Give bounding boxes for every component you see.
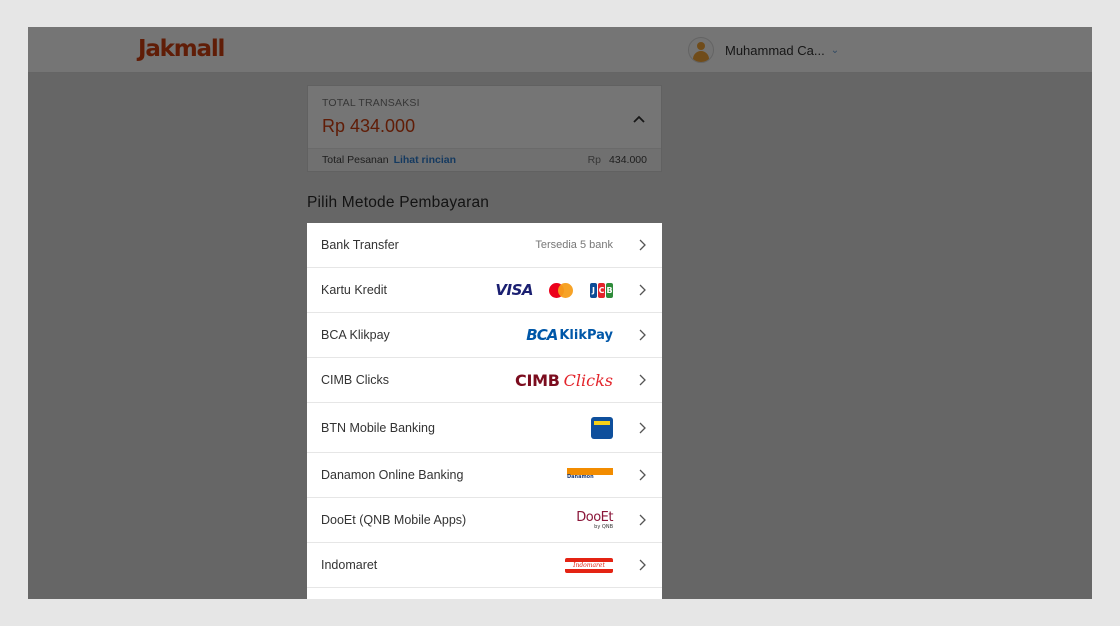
- bca-klikpay-logo: BCA KlikPay: [526, 326, 613, 344]
- cimb-logo-text: CIMB: [515, 370, 560, 390]
- view-details-link[interactable]: Lihat rincian: [394, 154, 456, 166]
- chevron-right-icon: [639, 469, 646, 481]
- method-label: BTN Mobile Banking: [321, 420, 435, 435]
- payment-method-dooet[interactable]: DooEt (QNB Mobile Apps) DooEt by QNB: [307, 498, 662, 543]
- order-total-label: Total Pesanan: [322, 154, 389, 166]
- indomaret-logo-graphic: Indomaret: [565, 557, 613, 573]
- order-total-currency: Rp: [587, 154, 602, 166]
- dooet-logo-group: DooEt by QNB: [576, 511, 613, 530]
- jcb-logo: J C B: [589, 282, 613, 298]
- chevron-right-icon: [639, 514, 646, 526]
- order-total-value-group: Rp 434.000: [588, 154, 647, 166]
- payment-method-danamon[interactable]: Danamon Online Banking Danamon: [307, 453, 662, 498]
- chevron-right-icon: [639, 374, 646, 386]
- payment-method-bank-transfer[interactable]: Bank Transfer Tersedia 5 bank: [307, 223, 662, 268]
- mastercard-yellow-circle: [558, 282, 573, 298]
- payment-method-title: Pilih Metode Pembayaran: [307, 194, 490, 211]
- jcb-letter-c: C: [598, 282, 605, 298]
- method-label: DooEt (QNB Mobile Apps): [321, 513, 467, 527]
- danamon-logo-text: Danamon: [567, 474, 594, 480]
- card-logos: VISA J C B: [495, 281, 613, 299]
- avatar-head: [697, 42, 705, 50]
- method-label: BCA Klikpay: [321, 328, 390, 342]
- chevron-up-icon[interactable]: [631, 111, 647, 127]
- danamon-logo-graphic: Danamon: [567, 468, 613, 482]
- jakmall-logo[interactable]: Jakmall: [138, 36, 225, 62]
- btn-app-icon: [591, 416, 613, 439]
- chevron-right-icon: [639, 284, 646, 296]
- klikpay-logo-text: KlikPay: [559, 327, 613, 343]
- method-label: Indomaret: [321, 558, 378, 572]
- page-frame: Jakmall Muhammad Ca... ⌄ TOTAL TRANSAKSI…: [28, 27, 1092, 599]
- chevron-right-icon: [639, 239, 646, 251]
- dooet-logo-subtext: by QNB: [594, 523, 613, 530]
- bank-availability-text: Tersedia 5 bank: [535, 239, 613, 251]
- visa-logo: VISA: [495, 281, 533, 299]
- payment-method-credit-card[interactable]: Kartu Kredit VISA J C B: [307, 268, 662, 313]
- indomaret-logo: Indomaret: [565, 557, 613, 573]
- user-menu[interactable]: Muhammad Ca... ⌄: [688, 37, 839, 63]
- bca-logo-text: BCA: [526, 326, 558, 344]
- btn-app-stripe: [594, 420, 610, 425]
- payment-method-bca-klikpay[interactable]: BCA Klikpay BCA KlikPay: [307, 313, 662, 358]
- method-label: Kartu Kredit: [321, 283, 388, 297]
- btn-app-logo: [591, 416, 613, 439]
- top-navigation-bar: Jakmall Muhammad Ca... ⌄: [28, 27, 1092, 73]
- dooet-logo-text: DooEt: [576, 509, 613, 525]
- jcb-letter-j: J: [590, 282, 597, 298]
- payment-method-indomaret[interactable]: Indomaret Indomaret: [307, 543, 662, 588]
- chevron-right-icon: [639, 329, 646, 341]
- transaction-summary-card: TOTAL TRANSAKSI Rp 434.000 Total Pesanan…: [307, 85, 662, 172]
- avatar-body: [693, 51, 709, 62]
- jcb-letter-b: B: [606, 282, 613, 298]
- indomaret-logo-text: Indomaret: [573, 561, 605, 569]
- method-label: Danamon Online Banking: [321, 468, 464, 482]
- summary-footer: Total Pesanan Lihat rincian Rp 434.000: [308, 148, 661, 171]
- method-label: CIMB Clicks: [321, 373, 390, 387]
- total-transaction-label: TOTAL TRANSAKSI: [322, 97, 420, 109]
- chevron-right-icon: [639, 559, 646, 571]
- user-name: Muhammad Ca...: [725, 42, 825, 58]
- danamon-logo: Danamon: [567, 468, 613, 482]
- clicks-logo-text: Clicks: [563, 370, 613, 390]
- mastercard-logo: [549, 282, 573, 298]
- order-total-value: 434.000: [609, 154, 647, 166]
- method-label: Bank Transfer: [321, 238, 399, 252]
- chevron-down-icon: ⌄: [830, 44, 840, 56]
- avatar-icon: [688, 37, 714, 63]
- chevron-right-icon: [639, 422, 646, 433]
- payment-method-cimb-clicks[interactable]: CIMB Clicks CIMB Clicks: [307, 358, 662, 403]
- payment-method-list: Bank Transfer Tersedia 5 bank Kartu Kred…: [307, 223, 662, 599]
- dooet-logo: DooEt by QNB: [576, 511, 613, 530]
- method-info: Tersedia 5 bank: [535, 239, 613, 251]
- cimb-clicks-logo: CIMB Clicks: [515, 371, 613, 390]
- order-total-group: Total Pesanan Lihat rincian: [322, 154, 456, 166]
- total-transaction-amount: Rp 434.000: [322, 116, 416, 136]
- payment-method-btn-mobile[interactable]: BTN Mobile Banking: [307, 403, 662, 453]
